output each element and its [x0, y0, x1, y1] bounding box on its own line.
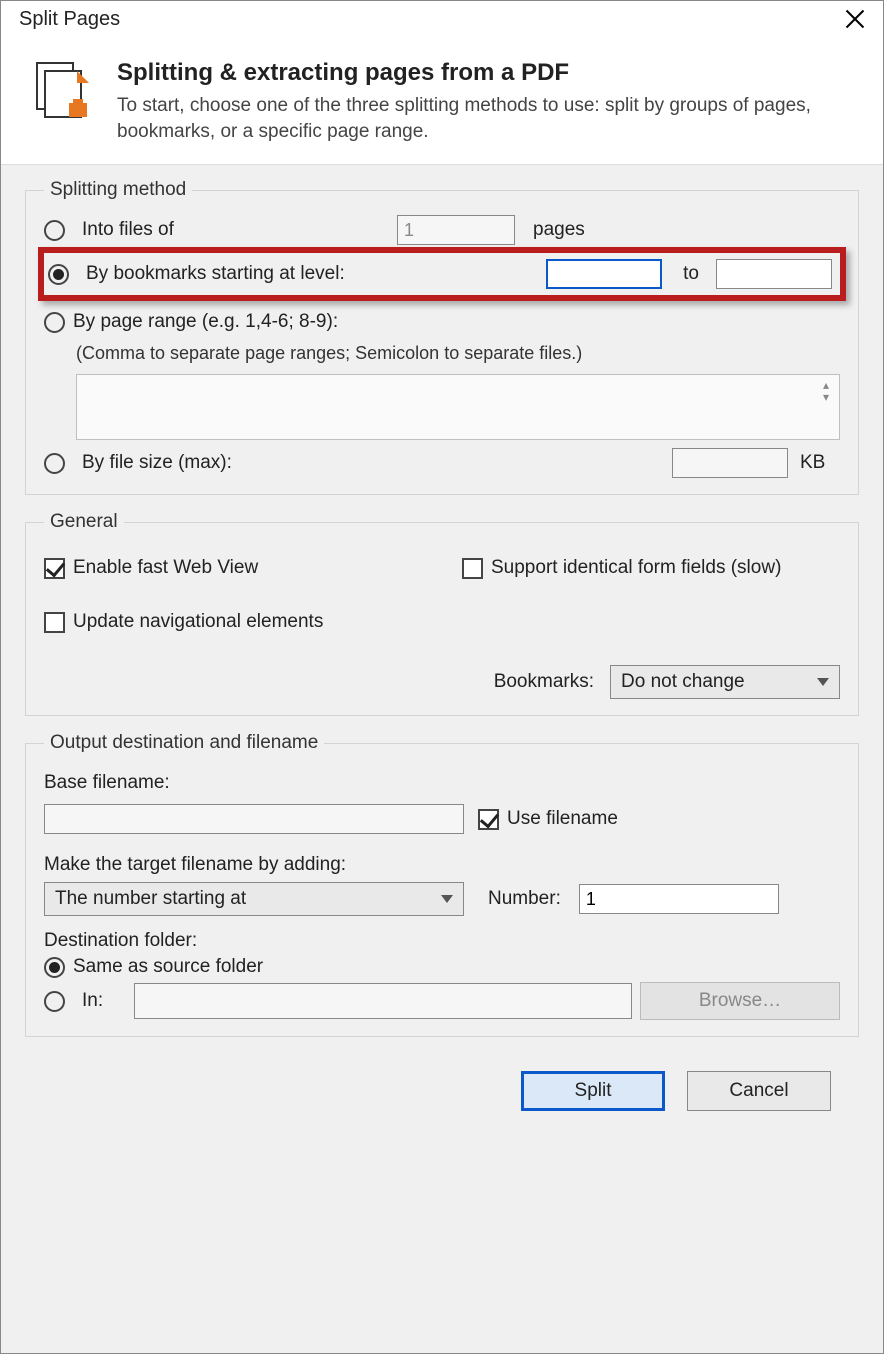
input-into-files-count[interactable]	[397, 215, 515, 245]
select-filename-mode[interactable]: The number starting at	[44, 882, 464, 916]
option-by-file-size: By file size (max): KB	[44, 448, 840, 478]
label-by-file-size: By file size (max):	[82, 452, 664, 474]
scroll-arrows-icon[interactable]: ▴▾	[817, 379, 835, 403]
label-into-files: Into files of	[82, 219, 389, 241]
header-heading: Splitting & extracting pages from a PDF	[117, 59, 855, 87]
label-number: Number:	[488, 888, 561, 910]
select-bookmarks-value: Do not change	[621, 671, 745, 693]
legend-output: Output destination and filename	[44, 732, 324, 754]
window-title: Split Pages	[19, 8, 120, 31]
radio-into-files[interactable]	[44, 220, 65, 241]
header-description: To start, choose one of the three splitt…	[117, 93, 855, 144]
legend-splitting: Splitting method	[44, 179, 192, 201]
label-by-page-range: By page range (e.g. 1,4-6; 8-9):	[73, 311, 338, 333]
split-button-label: Split	[575, 1080, 612, 1102]
dialog-footer: Split Cancel	[25, 1053, 859, 1133]
input-number[interactable]	[579, 884, 779, 914]
label-same-as-source: Same as source folder	[73, 956, 263, 978]
browse-button-label: Browse…	[699, 990, 781, 1012]
select-filename-mode-value: The number starting at	[55, 888, 246, 910]
split-button[interactable]: Split	[521, 1071, 665, 1111]
chevron-down-icon	[817, 678, 829, 686]
input-base-filename[interactable]	[44, 804, 464, 834]
group-general: General Enable fast Web View Support ide…	[25, 511, 859, 716]
close-icon[interactable]	[843, 7, 867, 31]
label-use-filename: Use filename	[507, 808, 618, 830]
input-in-folder-path[interactable]	[134, 983, 632, 1019]
option-by-page-range: By page range (e.g. 1,4-6; 8-9):	[44, 307, 840, 337]
radio-in-folder[interactable]	[44, 991, 65, 1012]
radio-by-page-range[interactable]	[44, 312, 65, 333]
label-in-folder: In:	[82, 990, 126, 1012]
legend-general: General	[44, 511, 124, 533]
cancel-button[interactable]: Cancel	[687, 1071, 831, 1111]
label-to: to	[674, 263, 708, 285]
label-update-nav: Update navigational elements	[73, 611, 323, 633]
input-file-size[interactable]	[672, 448, 788, 478]
chevron-down-icon	[441, 895, 453, 903]
checkbox-fast-web-view[interactable]	[44, 558, 65, 579]
label-fast-web-view: Enable fast Web View	[73, 557, 258, 579]
page-range-note: (Comma to separate page ranges; Semicolo…	[76, 343, 840, 364]
option-into-files: Into files of pages	[44, 215, 840, 245]
label-into-files-unit: pages	[533, 219, 840, 241]
label-file-size-unit: KB	[800, 452, 840, 474]
input-bookmark-level-from[interactable]	[546, 259, 662, 289]
title-bar: Split Pages	[1, 1, 883, 39]
split-pages-icon	[29, 59, 93, 127]
browse-button[interactable]: Browse…	[640, 982, 840, 1020]
radio-by-bookmarks[interactable]	[48, 264, 69, 285]
cancel-button-label: Cancel	[729, 1080, 788, 1102]
radio-same-as-source[interactable]	[44, 957, 65, 978]
label-identical-form-fields: Support identical form fields (slow)	[491, 557, 781, 579]
input-page-range[interactable]: ▴▾	[76, 374, 840, 440]
dialog-header: Splitting & extracting pages from a PDF …	[1, 39, 883, 165]
input-bookmark-level-to[interactable]	[716, 259, 832, 289]
label-bookmarks: Bookmarks:	[494, 671, 594, 693]
label-destination-folder: Destination folder:	[44, 930, 840, 952]
dialog-body: Splitting method Into files of pages By …	[1, 165, 883, 1353]
label-by-bookmarks: By bookmarks starting at level:	[86, 263, 538, 285]
checkbox-update-nav[interactable]	[44, 612, 65, 633]
header-text: Splitting & extracting pages from a PDF …	[117, 59, 855, 144]
label-base-filename: Base filename:	[44, 772, 840, 794]
radio-by-file-size[interactable]	[44, 453, 65, 474]
group-output: Output destination and filename Base fil…	[25, 732, 859, 1037]
select-bookmarks[interactable]: Do not change	[610, 665, 840, 699]
option-by-bookmarks-highlight: By bookmarks starting at level: to	[38, 247, 846, 301]
checkbox-identical-form-fields[interactable]	[462, 558, 483, 579]
group-splitting-method: Splitting method Into files of pages By …	[25, 179, 859, 495]
label-make-target: Make the target filename by adding:	[44, 854, 840, 876]
checkbox-use-filename[interactable]	[478, 809, 499, 830]
